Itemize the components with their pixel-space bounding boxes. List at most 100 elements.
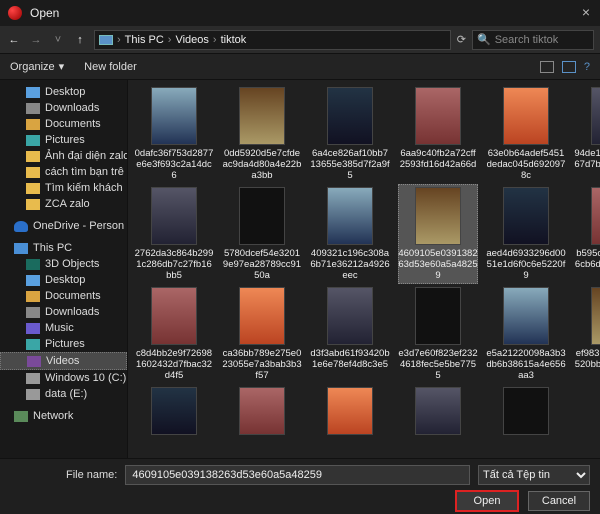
tree-label: This PC (33, 242, 72, 254)
tree-label: Downloads (45, 102, 99, 114)
chevron-right-icon[interactable]: › (117, 34, 121, 46)
tree-item[interactable]: data (E:) (0, 386, 127, 402)
thumbnail (415, 187, 461, 245)
search-input[interactable]: 🔍 Search tiktok (472, 30, 594, 50)
file-name: c8d4bb2e9f726981602432d7fbac32d4f5 (134, 348, 214, 381)
tree-item[interactable]: 3D Objects (0, 256, 127, 272)
close-icon[interactable]: × (582, 4, 590, 20)
folder-icon (26, 103, 40, 114)
tree-item[interactable]: OneDrive - Person (0, 218, 127, 234)
file-item[interactable]: 6a4ce826af10bb713655e385d7f2a9f5 (310, 84, 390, 184)
thumbnail (151, 387, 197, 435)
file-item[interactable]: 2762da3c864b2991c286db7c27fb16bb5 (134, 184, 214, 284)
preview-icon[interactable] (562, 61, 576, 73)
tree-item[interactable]: Documents (0, 288, 127, 304)
file-item[interactable]: 94de1e3e4d341ba67d7bb29594f6fe9cf (574, 84, 600, 184)
tree-item[interactable]: ZCA zalo (0, 196, 127, 212)
tree-label: Pictures (45, 134, 85, 146)
thumbnail (327, 87, 373, 145)
file-item[interactable]: c8d4bb2e9f726981602432d7fbac32d4f5 (134, 284, 214, 384)
tree-item[interactable]: Pictures (0, 336, 127, 352)
tree-item[interactable]: Windows 10 (C:) (0, 370, 127, 386)
tree-item[interactable]: Pictures (0, 132, 127, 148)
file-name: 0dafc36f753d2877e6e3f693c2a14dc6 (134, 148, 214, 181)
tree-item[interactable]: Desktop (0, 84, 127, 100)
thumbnail (503, 287, 549, 345)
filename-label: File name: (66, 469, 117, 481)
tree-item[interactable]: Desktop (0, 272, 127, 288)
crumb-tiktok[interactable]: tiktok (221, 34, 247, 46)
folder-icon (26, 275, 40, 286)
tree-label: Tìm kiếm khách (45, 182, 123, 194)
filename-input[interactable] (125, 465, 470, 485)
file-item[interactable]: e5a21220098a3b3db6b38615a4e656aa3 (486, 284, 566, 384)
file-item[interactable]: 4609105e039138263d53e60a5a48259 (398, 184, 478, 284)
chevron-down-icon: ▾ (59, 60, 65, 73)
tree-item[interactable]: Videos (0, 352, 127, 370)
folder-icon (26, 307, 40, 318)
file-item[interactable]: 5780dcef54e32019e97ea28789cc9150a (222, 184, 302, 284)
thumbnail (151, 287, 197, 345)
file-name: ca36bb789e275e023055e7a3bab3b3f57 (222, 348, 302, 381)
file-item[interactable] (486, 384, 566, 438)
cancel-button[interactable]: Cancel (528, 491, 590, 511)
up-icon[interactable]: ↑ (72, 34, 88, 46)
help-icon[interactable]: ? (584, 61, 590, 73)
tree-item[interactable]: Downloads (0, 100, 127, 116)
back-icon[interactable]: ← (6, 34, 22, 46)
file-name: 5780dcef54e32019e97ea28789cc9150a (222, 248, 302, 281)
crumb-videos[interactable]: Videos (175, 34, 208, 46)
thumbnail (327, 287, 373, 345)
chevron-right-icon[interactable]: › (213, 34, 217, 46)
thumbnail (239, 87, 285, 145)
new-folder-button[interactable]: New folder (84, 61, 137, 73)
address-bar[interactable]: › This PC › Videos › tiktok (94, 30, 451, 50)
tree-item[interactable]: Music (0, 320, 127, 336)
file-item[interactable]: aed4d6933296d0051e1d6f0c6e5220f9 (486, 184, 566, 284)
tree-item[interactable]: Tìm kiếm khách (0, 180, 127, 196)
tree-item[interactable]: cách tìm bạn trê (0, 164, 127, 180)
filetype-filter[interactable]: Tất cả Tệp tin (478, 465, 590, 485)
folder-icon (26, 291, 40, 302)
thumbnail (327, 387, 373, 435)
tree-item[interactable]: This PC (0, 240, 127, 256)
tree-label: Desktop (45, 274, 85, 286)
tree-label: Documents (45, 118, 101, 130)
recent-icon[interactable]: ˅ (50, 34, 66, 46)
tree-item[interactable]: Ảnh đại diện zalo (0, 148, 127, 164)
file-item[interactable]: 63e0b64adef5451dedac045d6920978c (486, 84, 566, 184)
tree-item[interactable]: Documents (0, 116, 127, 132)
search-placeholder: Search tiktok (495, 34, 559, 46)
file-item[interactable] (398, 384, 478, 438)
file-name: ef9831a23422386520bbbd6a2cbffea7 (574, 348, 600, 381)
file-item[interactable]: e3d7e60f823ef2324618fec5e5be7755 (398, 284, 478, 384)
tree-label: Ảnh đại diện zalo (45, 150, 127, 162)
tree-item[interactable]: Downloads (0, 304, 127, 320)
file-item[interactable]: ca36bb789e275e023055e7a3bab3b3f57 (222, 284, 302, 384)
file-name: d3f3abd61f93420b1e6e78ef4d8c3e5 (310, 348, 390, 381)
refresh-icon[interactable]: ⟳ (457, 33, 466, 46)
tree-item[interactable]: Network (0, 408, 127, 424)
file-item[interactable]: 409321c196c308a6b71e36212a4926eec (310, 184, 390, 284)
tree-label: Pictures (45, 338, 85, 350)
file-grid[interactable]: 0dafc36f753d2877e6e3f693c2a14dc60dd5920d… (128, 80, 600, 458)
file-item[interactable]: b595cdbf872dc246cb6d0414cd74d7c0 (574, 184, 600, 284)
file-item[interactable] (310, 384, 390, 438)
file-item[interactable]: ef9831a23422386520bbbd6a2cbffea7 (574, 284, 600, 384)
file-item[interactable]: d3f3abd61f93420b1e6e78ef4d8c3e5 (310, 284, 390, 384)
folder-icon (26, 151, 40, 162)
file-item[interactable] (222, 384, 302, 438)
titlebar: Open × (0, 0, 600, 26)
organize-button[interactable]: Organize ▾ (10, 60, 64, 73)
tree-label: Videos (46, 355, 79, 367)
file-item[interactable]: 0dd5920d5e7cfdeac9da4d80a4e22ba3bb (222, 84, 302, 184)
file-item[interactable] (134, 384, 214, 438)
open-button[interactable]: Open (456, 491, 518, 511)
window-title: Open (30, 6, 59, 20)
chevron-right-icon[interactable]: › (168, 34, 172, 46)
view-icon[interactable] (540, 61, 554, 73)
file-item[interactable]: 6aa9c40fb2a72cff2593fd16d42a66d (398, 84, 478, 184)
crumb-pc[interactable]: This PC (125, 34, 164, 46)
file-item[interactable]: 0dafc36f753d2877e6e3f693c2a14dc6 (134, 84, 214, 184)
file-name: 2762da3c864b2991c286db7c27fb16bb5 (134, 248, 214, 281)
